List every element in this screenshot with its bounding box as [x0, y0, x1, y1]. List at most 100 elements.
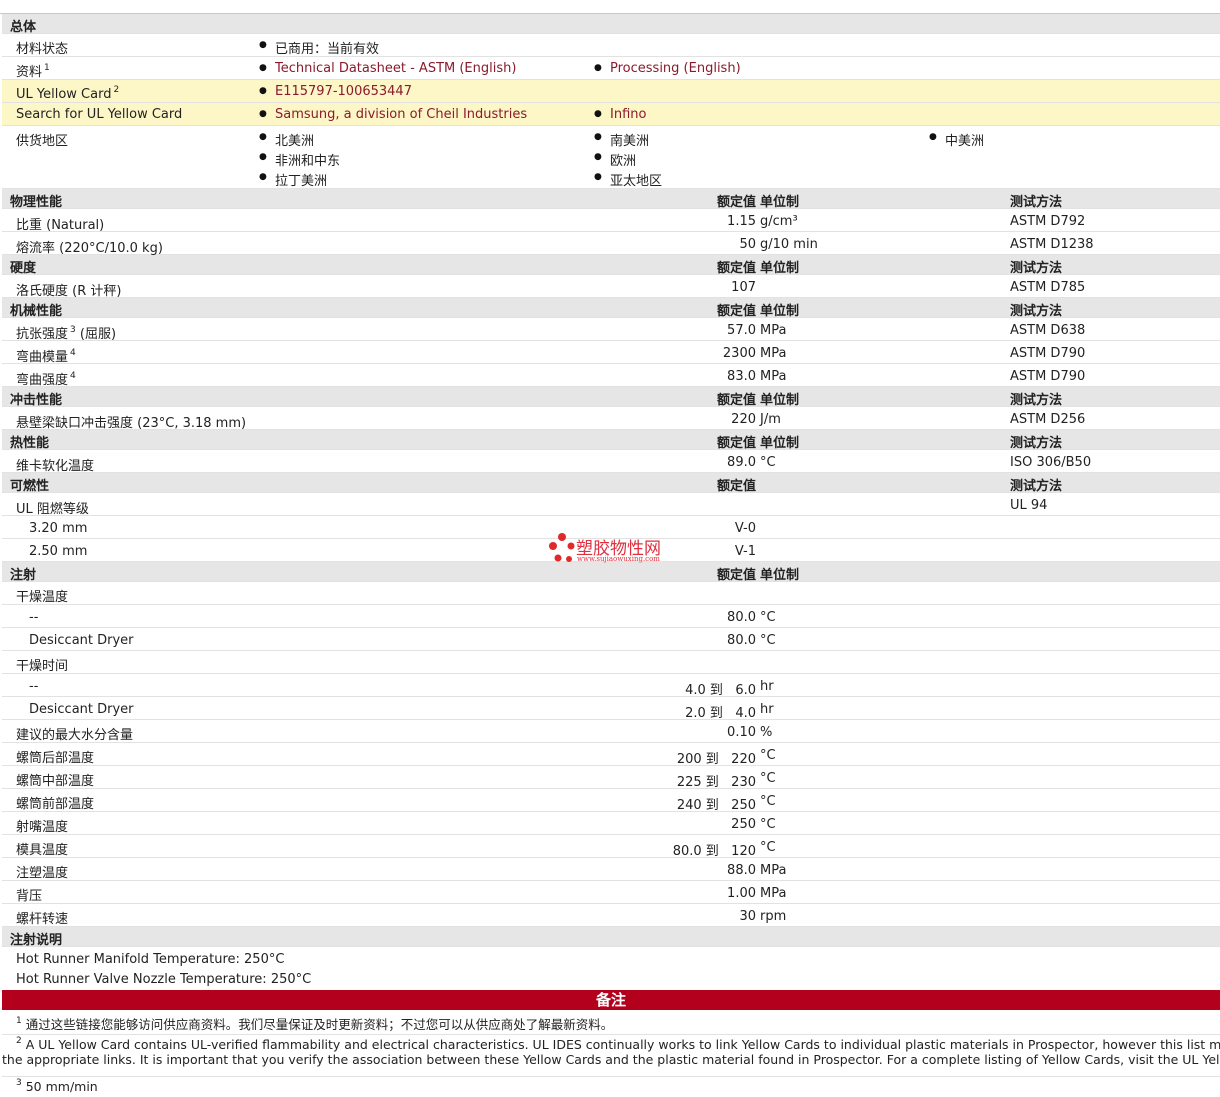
property-unit: %: [760, 725, 773, 740]
property-test: ASTM D256: [1010, 412, 1086, 427]
property-label: 弯曲模量 4: [16, 348, 76, 365]
property-label: 螺杆转速: [16, 912, 69, 927]
docs-row: 资料1 Technical Datasheet - ASTM (English)…: [2, 57, 1220, 80]
property-label: 干燥时间: [16, 659, 69, 674]
property-test: ASTM D790: [1010, 369, 1086, 384]
injection-notes-body: Hot Runner Manifold Temperature: 250°C H…: [2, 947, 1220, 990]
ul-yellow-card-label: UL Yellow Card 2: [16, 85, 120, 102]
section-header-mechanical: 机械性能 额定值 单位制 测试方法: [2, 298, 1220, 319]
property-label: 维卡软化温度: [16, 459, 95, 474]
property-label: 建议的最大水分含量: [16, 728, 134, 743]
section-header-general: 总体: [2, 14, 1220, 35]
region-item: 北美洲: [259, 130, 314, 149]
property-unit: hr: [760, 702, 774, 717]
property-value: 200 到 220: [676, 752, 756, 767]
rated-header: 额定值: [716, 195, 756, 210]
property-value: V-1: [734, 544, 756, 559]
property-test: ASTM D1238: [1010, 237, 1094, 252]
property-row: 螺杆转速 30 rpm: [2, 904, 1220, 927]
property-row: Desiccant Dryer 2.0 到 4.0 hr: [2, 697, 1220, 721]
property-value: 88.0: [727, 863, 756, 878]
property-label: UL 阻燃等级: [16, 502, 89, 517]
technical-datasheet-link[interactable]: Technical Datasheet - ASTM (English): [259, 61, 516, 76]
property-label: 模具温度: [16, 843, 69, 858]
region-item: 拉丁美洲: [259, 170, 327, 189]
property-label: Desiccant Dryer: [29, 633, 134, 648]
watermark-url: www.sujiaowuxing.com: [577, 555, 660, 563]
property-label: 弯曲强度 4: [16, 371, 76, 388]
property-unit: J/m: [760, 412, 781, 427]
property-row: 熔流率 (220°C/10.0 kg) 50 g/10 min ASTM D12…: [2, 232, 1220, 256]
property-label: --: [29, 679, 39, 694]
status-value: 已商用：当前有效: [259, 38, 379, 57]
unit-header: 单位制: [760, 195, 800, 210]
unit-header: 单位制: [760, 304, 800, 319]
property-unit: rpm: [760, 909, 787, 924]
property-row: 比重 (Natural) 1.15 g/cm³ ASTM D792: [2, 209, 1220, 233]
property-row: 洛氏硬度 (R 计秤) 107 ASTM D785: [2, 275, 1220, 299]
section-title: 热性能: [10, 436, 50, 451]
property-unit: g/10 min: [760, 237, 818, 252]
property-row: 干燥温度: [2, 582, 1220, 605]
property-label: 螺筒后部温度: [16, 751, 95, 766]
section-title: 可燃性: [10, 479, 50, 494]
ul-yellow-card-link[interactable]: E115797-100653447: [259, 84, 412, 99]
footnote-2: 2 A UL Yellow Card contains UL-verified …: [2, 1036, 1220, 1077]
dots-logo-icon: [549, 533, 575, 562]
section-title: 冲击性能: [10, 393, 63, 408]
note-line: Hot Runner Manifold Temperature: 250°C: [16, 952, 285, 967]
property-label: 洛氏硬度 (R 计秤): [16, 284, 122, 299]
rated-header: 额定值: [716, 261, 756, 276]
processing-link[interactable]: Processing (English): [594, 61, 741, 76]
region-item: 非洲和中东: [259, 150, 340, 169]
unit-header: 单位制: [760, 436, 800, 451]
property-label: Desiccant Dryer: [29, 702, 134, 717]
section-header-flammability: 可燃性 额定值 测试方法: [2, 473, 1220, 494]
property-row: 螺筒后部温度 200 到 220 °C: [2, 743, 1220, 767]
property-label: --: [29, 610, 39, 625]
property-unit: MPa: [760, 369, 787, 384]
property-value: 2300: [722, 346, 756, 361]
property-value: 240 到 250: [676, 798, 756, 813]
test-header: 测试方法: [1010, 261, 1063, 276]
property-label: 抗张强度 3 (屈服): [16, 325, 117, 342]
watermark-logo: 塑胶物性网 www.sujiaowuxing.com: [548, 532, 678, 566]
section-header-impact: 冲击性能 额定值 单位制 测试方法: [2, 387, 1220, 408]
supply-region-row: 供货地区 北美洲 南美洲 中美洲 非洲和中东 欧洲 拉丁美洲 亚太地区: [2, 126, 1220, 189]
property-row: 抗张强度 3 (屈服) 57.0 MPa ASTM D638: [2, 318, 1220, 342]
samsung-link[interactable]: Samsung, a division of Cheil Industries: [259, 107, 527, 122]
property-value: 4.0 到 6.0: [685, 683, 756, 698]
property-row: UL 阻燃等级 UL 94: [2, 493, 1220, 517]
property-value: V-0: [734, 521, 756, 536]
status-row: 材料状态 已商用：当前有效: [2, 34, 1220, 57]
property-test: UL 94: [1010, 498, 1048, 513]
section-header-injection-notes: 注射说明: [2, 927, 1220, 948]
property-unit: MPa: [760, 323, 787, 338]
property-label: 背压: [16, 889, 43, 904]
property-row: 射嘴温度 250 °C: [2, 812, 1220, 835]
region-item: 中美洲: [929, 130, 984, 149]
property-row: 螺筒中部温度 225 到 230 °C: [2, 766, 1220, 790]
section-title: 机械性能: [10, 304, 63, 319]
property-value: 220: [731, 412, 756, 427]
property-label: 熔流率 (220°C/10.0 kg): [16, 241, 163, 256]
unit-header: 单位制: [760, 568, 800, 583]
infino-link[interactable]: Infino: [594, 107, 647, 122]
property-value: 80.0 到 120: [672, 844, 756, 859]
property-unit: °C: [760, 455, 776, 470]
section-title: 硬度: [10, 261, 37, 276]
property-label: 3.20 mm: [29, 521, 88, 536]
property-unit: MPa: [760, 863, 787, 878]
test-header: 测试方法: [1010, 195, 1063, 210]
property-unit: °C: [760, 817, 776, 832]
unit-header: 单位制: [760, 261, 800, 276]
region-item: 欧洲: [594, 150, 636, 169]
section-title: 注射: [10, 568, 37, 583]
ul-search-row: Search for UL Yellow Card Samsung, a div…: [2, 103, 1220, 126]
status-label: 材料状态: [16, 42, 69, 57]
property-value: 1.15: [727, 214, 756, 229]
property-row: -- 4.0 到 6.0 hr: [2, 674, 1220, 698]
property-value: 57.0: [727, 323, 756, 338]
property-test: ASTM D785: [1010, 280, 1086, 295]
section-title: 总体: [10, 20, 37, 35]
